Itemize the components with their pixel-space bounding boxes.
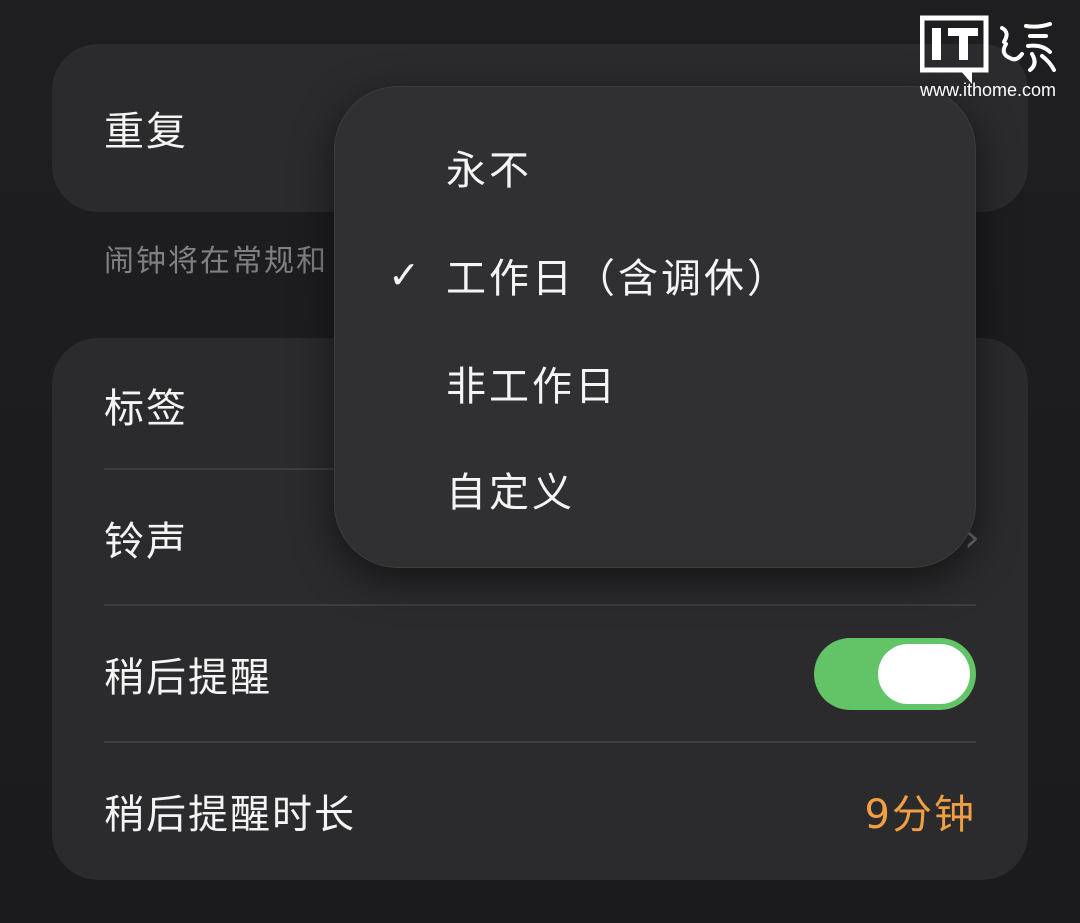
menu-item-workdays[interactable]: ✓ 工作日（含调休） <box>334 230 976 320</box>
menu-item-custom[interactable]: 自定义 <box>334 444 976 534</box>
ringtone-row-title: 铃声 <box>104 519 188 565</box>
watermark-url: www.ithome.com <box>920 80 1057 100</box>
snooze-duration-title: 稍后提醒时长 <box>104 792 356 838</box>
snooze-duration-row[interactable]: 稍后提醒时长 9分钟 <box>52 743 1028 879</box>
repeat-footnote: 闹钟将在常规和 <box>104 244 328 279</box>
menu-item-label: 自定义 <box>446 470 575 516</box>
snooze-toggle[interactable] <box>814 638 976 710</box>
checkmark-icon: ✓ <box>388 253 420 297</box>
menu-item-never[interactable]: 永不 <box>334 122 976 212</box>
menu-item-label: 非工作日 <box>446 364 618 410</box>
menu-item-label: 永不 <box>446 148 532 194</box>
snooze-row: 稍后提醒 <box>52 606 1028 742</box>
repeat-label: 重复 <box>104 109 188 155</box>
menu-item-label: 工作日（含调休） <box>446 256 790 302</box>
toggle-knob <box>878 644 970 704</box>
menu-item-non-workdays[interactable]: 非工作日 <box>334 338 976 428</box>
snooze-row-title: 稍后提醒 <box>104 655 272 701</box>
label-row-title: 标签 <box>104 386 188 432</box>
repeat-menu: 永不 ✓ 工作日（含调休） 非工作日 自定义 <box>334 86 976 568</box>
alarm-settings-screen: 重复 闹钟将在常规和 标签 铃声 › 稍后提醒 稍后提醒时长 9分钟 永不 ✓ … <box>0 0 1080 923</box>
snooze-duration-value: 9分钟 <box>864 792 976 838</box>
